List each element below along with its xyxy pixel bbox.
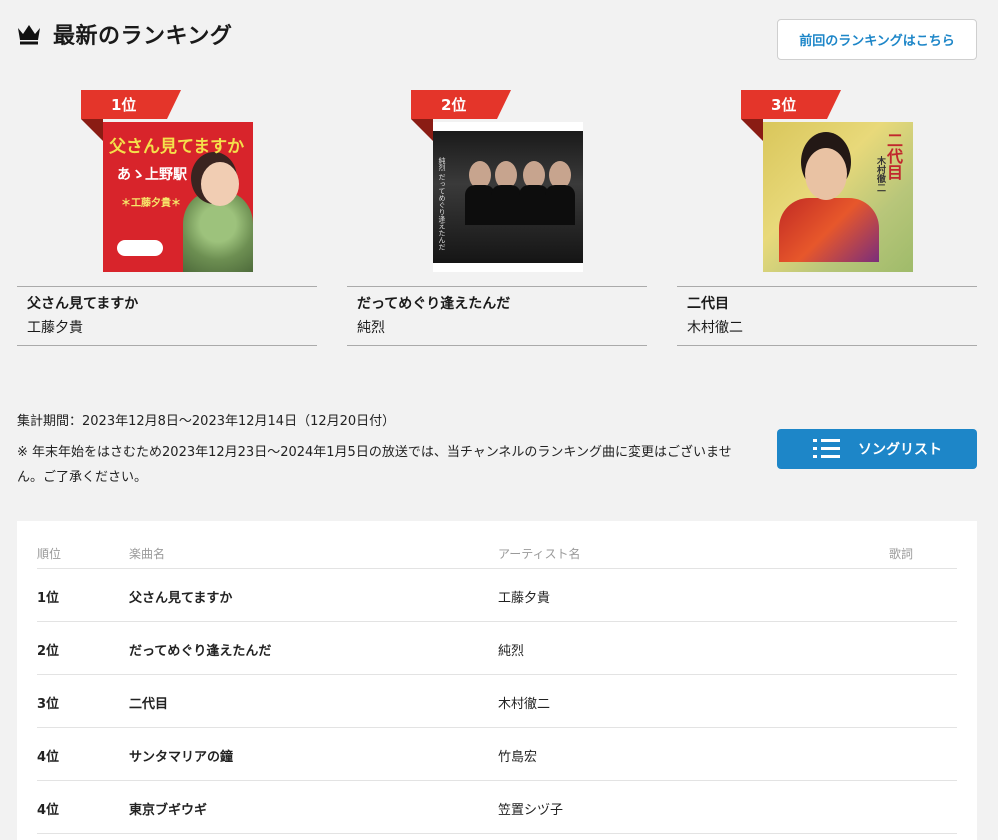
rank-badge: 2位	[411, 90, 511, 119]
rank-badge: 3位	[741, 90, 841, 119]
row-song[interactable]: サンタマリアの鐘	[129, 746, 233, 765]
rank-badge-fold	[741, 119, 763, 141]
album-cover[interactable]: 父さん見てますか あゝ上野駅 ＊工藤夕貴＊	[103, 122, 253, 272]
artist-name[interactable]: 木村徹二	[687, 319, 967, 337]
cover-photo: 純烈 だってめぐり逢えたんだ	[433, 131, 583, 263]
table-row: 2位 だってめぐり逢えたんだ 純烈	[37, 622, 957, 675]
ranking-table: 順位 楽曲名 アーティスト名 歌詞 1位 父さん見てますか 工藤夕貴 2位 だっ…	[17, 521, 977, 840]
card-info: 父さん見てますか 工藤夕貴	[17, 286, 317, 346]
row-rank: 1位	[37, 591, 60, 606]
row-artist[interactable]: 木村徹二	[498, 693, 550, 712]
album-cover[interactable]: 純烈 だってめぐり逢えたんだ	[433, 122, 583, 272]
card-info: だってめぐり逢えたんだ 純烈	[347, 286, 647, 346]
rank-badge-fold	[411, 119, 433, 141]
song-title[interactable]: だってめぐり逢えたんだ	[357, 295, 637, 313]
cover-figure-body	[779, 198, 879, 262]
previous-ranking-button[interactable]: 前回のランキングはこちら	[777, 19, 977, 60]
table-row: 4位 東京ブギウギ 笠置シヅ子	[37, 781, 957, 834]
table-row: 1位 父さん見てますか 工藤夕貴	[37, 569, 957, 622]
cover-figure-body	[491, 185, 521, 225]
cover-artist: ＊工藤夕貴＊	[121, 198, 181, 209]
songlist-button[interactable]: ソングリスト	[777, 429, 977, 469]
row-rank: 4位	[37, 750, 60, 765]
cover-figure-face	[805, 148, 847, 200]
page-header: 最新のランキング	[17, 18, 232, 50]
artist-name[interactable]: 工藤夕貴	[27, 319, 307, 337]
song-title[interactable]: 父さん見てますか	[27, 295, 307, 313]
artist-name[interactable]: 純烈	[357, 319, 637, 337]
rank-badge: 1位	[81, 90, 181, 119]
cover-text: 純烈 だってめぐり逢えたんだ	[438, 157, 446, 251]
album-cover[interactable]: 二代目 木村徹二	[763, 122, 913, 272]
row-song[interactable]: だってめぐり逢えたんだ	[129, 640, 271, 659]
cover-title: 父さん見てますか	[109, 137, 245, 157]
page-title: 最新のランキング	[53, 24, 233, 49]
row-song[interactable]: 東京ブギウギ	[129, 799, 207, 818]
table-header: 順位 楽曲名 アーティスト名 歌詞	[37, 545, 957, 569]
schedule-note: ※ 年末年始をはさむため2023年12月23日〜2024年1月5日の放送では、当…	[17, 445, 732, 485]
cover-artist: 木村徹二	[875, 156, 885, 192]
song-title[interactable]: 二代目	[687, 295, 967, 313]
row-song[interactable]: 二代目	[129, 693, 168, 712]
list-icon	[813, 438, 840, 460]
cover-subtitle: あゝ上野駅	[117, 167, 187, 183]
label-logo	[117, 240, 163, 256]
row-artist[interactable]: 竹島宏	[498, 746, 537, 765]
aggregation-period: 集計期間：2023年12月8日〜2023年12月14日（12月20日付）	[17, 414, 396, 429]
header-lyrics: 歌詞	[889, 547, 914, 561]
table-row: 4位 サンタマリアの鐘 竹島宏	[37, 728, 957, 781]
table-row: 3位 二代目 木村徹二	[37, 675, 957, 728]
header-song: 楽曲名	[129, 547, 166, 561]
rank-badge-fold	[81, 119, 103, 141]
row-rank: 2位	[37, 644, 60, 659]
songlist-label: ソングリスト	[858, 442, 942, 458]
row-artist[interactable]: 笠置シヅ子	[498, 799, 563, 818]
header-rank: 順位	[37, 547, 62, 561]
cover-figure-face	[201, 162, 239, 206]
crown-icon	[18, 25, 40, 45]
row-rank: 3位	[37, 697, 60, 712]
header-artist: アーティスト名	[498, 547, 581, 561]
row-artist[interactable]: 純烈	[498, 640, 524, 659]
row-rank: 4位	[37, 803, 60, 818]
card-info: 二代目 木村徹二	[677, 286, 977, 346]
row-song[interactable]: 父さん見てますか	[129, 587, 232, 606]
cover-figure-body	[545, 185, 575, 225]
row-artist[interactable]: 工藤夕貴	[498, 587, 550, 606]
